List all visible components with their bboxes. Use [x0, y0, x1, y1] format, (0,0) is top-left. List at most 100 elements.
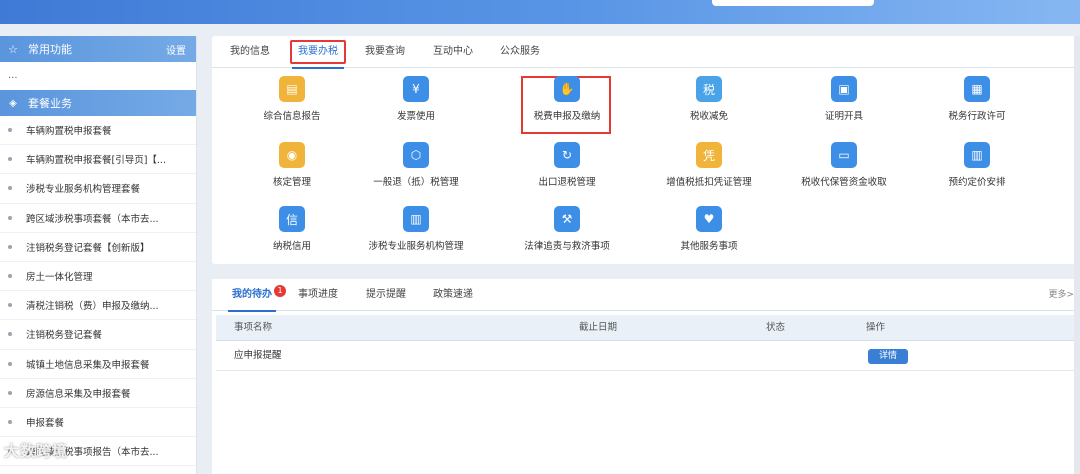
sidebar-item-label: 跨区域涉税事项套餐（本市去...	[26, 213, 159, 225]
certificate-icon: ▣	[831, 76, 857, 102]
export-refund-icon: ↻	[554, 142, 580, 168]
invoice-icon: ¥	[403, 76, 429, 102]
tab-my-todo[interactable]: 我的待办	[228, 279, 276, 312]
service-tile-label: 综合信息报告	[263, 111, 321, 122]
sidebar-item-label: 涉税专业服务机构管理套餐	[26, 184, 141, 196]
calendar-icon: ▥	[964, 142, 990, 168]
header-search-box[interactable]	[712, 0, 874, 6]
sidebar-common-placeholder: ...	[8, 70, 18, 81]
building-icon: ▥	[403, 206, 429, 232]
sidebar-item[interactable]: 城镇土地信息采集及申报套餐	[0, 350, 196, 379]
sidebar-item[interactable]: 注销税务登记套餐	[0, 320, 196, 350]
page-scrollbar[interactable]	[1074, 36, 1080, 474]
sidebar-item[interactable]: 涉税专业服务机构管理套餐	[0, 174, 196, 204]
package-icon: ◈	[9, 97, 17, 109]
service-tile[interactable]: ▤ 综合信息报告	[222, 72, 362, 132]
watermark: 大数跨境	[4, 442, 69, 460]
sidebar-item[interactable]: 清税注销税（费）申报及缴纳...	[0, 291, 196, 321]
sidebar-item-label: 车辆购置税申报套餐[引导页]【...	[26, 155, 166, 167]
service-tile-label: 法律追责与救济事项	[524, 241, 610, 252]
service-tile-label: 核定管理	[272, 177, 311, 188]
service-tile-label: 税务行政许可	[948, 111, 1006, 122]
sidebar-item-label: 申报套餐	[26, 417, 65, 429]
service-tile-label: 纳税信用	[272, 241, 311, 252]
service-tile-label: 发票使用	[396, 111, 435, 122]
sidebar-settings-link[interactable]: 设置	[166, 42, 186, 57]
voucher-icon: 凭	[696, 142, 722, 168]
more-link[interactable]: 更多>	[1048, 279, 1074, 311]
credit-medal-icon: 信	[279, 206, 305, 232]
service-tile-label: 其他服务事项	[680, 241, 738, 252]
bullet-icon	[8, 215, 12, 220]
bullet-icon	[8, 157, 12, 162]
bullet-icon	[8, 128, 12, 133]
service-tile[interactable]: 税税收减免	[639, 72, 779, 132]
highlight-box-tab	[290, 40, 346, 64]
site-logo[interactable]	[4, 0, 40, 18]
tab-policy[interactable]: 政策速递	[433, 279, 473, 311]
todo-count-badge: 1	[274, 285, 286, 297]
service-tile[interactable]: ↻ 出口退税管理	[497, 138, 637, 198]
sidebar-item-label: 城镇土地信息采集及申报套餐	[26, 359, 150, 371]
sidebar-item-label: 车辆购置税申报套餐	[26, 126, 112, 138]
bullet-icon	[8, 361, 12, 366]
stamp-icon: ◉	[279, 142, 305, 168]
detail-button[interactable]: 详情	[868, 349, 908, 364]
todo-table-header: 事项名称 截止日期 状态 操作	[216, 315, 1080, 341]
sidebar-item[interactable]: 房土一体化管理	[0, 262, 196, 292]
column-name: 事项名称	[234, 322, 273, 333]
service-tile[interactable]: ▥ 预约定价安排	[907, 138, 1047, 198]
sidebar-item[interactable]: 注销税务登记套餐【创新版】	[0, 233, 196, 262]
service-tile[interactable]: ▥ 涉税专业服务机构管理	[346, 202, 486, 262]
bullet-icon	[8, 303, 12, 308]
service-tile[interactable]: ⚒ 法律追责与救济事项	[497, 202, 637, 262]
tab-query[interactable]: 我要查询	[365, 36, 405, 68]
tab-my-info[interactable]: 我的信息	[230, 36, 270, 68]
sidebar-item[interactable]: 车辆购置税申报套餐	[0, 116, 196, 146]
service-tile-label: 税收减免	[689, 111, 728, 122]
main-tabs: 我的信息 我要办税 我要查询 互动中心 公众服务	[212, 36, 1080, 69]
sidebar-item-label: 房土一体化管理	[26, 272, 93, 284]
sidebar-item[interactable]: 车辆购置税申报套餐[引导页]【...	[0, 145, 196, 175]
service-tile[interactable]: ▣ 证明开具	[774, 72, 914, 132]
service-tile[interactable]: 信纳税信用	[222, 202, 362, 262]
sidebar-item[interactable]: 跨区域涉税事项套餐（本市去...	[0, 204, 196, 233]
sidebar-item-label: 清税注销税（费）申报及缴纳...	[26, 301, 159, 313]
sidebar-item[interactable]: 申报套餐	[0, 408, 196, 438]
sidebar-package-header[interactable]: ◈ 套餐业务	[0, 90, 196, 116]
gavel-icon: ⚒	[554, 206, 580, 232]
todo-name: 应申报提醒	[234, 350, 282, 361]
refund-icon: ⬡	[403, 142, 429, 168]
tax-card-icon: 税	[696, 76, 722, 102]
service-tile[interactable]: ▭ 税收代保管资金收取	[774, 138, 914, 198]
tab-public-service[interactable]: 公众服务	[500, 36, 540, 68]
todo-tabs: 我的待办 1 事项进度 提示提醒 政策速递 更多>	[212, 279, 1080, 312]
service-tile-label: 涉税专业服务机构管理	[368, 241, 464, 252]
sidebar-item[interactable]: 房源信息采集及申报套餐	[0, 379, 196, 408]
tab-reminders[interactable]: 提示提醒	[366, 279, 406, 311]
service-tile[interactable]: ⬡ 一般退（抵）税管理	[346, 138, 486, 198]
top-header	[0, 0, 1080, 24]
service-tile[interactable]: ♥ 其他服务事项	[639, 202, 779, 262]
service-tile[interactable]: ¥ 发票使用	[346, 72, 486, 132]
column-deadline: 截止日期	[579, 322, 618, 333]
bullet-icon	[8, 244, 12, 249]
service-tile[interactable]: ✋ 税费申报及缴纳	[497, 72, 637, 132]
hand-coin-icon: ✋	[554, 76, 580, 102]
sidebar-item-label: 房源信息采集及申报套餐	[26, 388, 131, 400]
sidebar-common-title: 常用功能	[28, 43, 72, 56]
column-action: 操作	[866, 322, 886, 333]
bullet-icon	[8, 274, 12, 279]
service-tile[interactable]: ◉ 核定管理	[222, 138, 362, 198]
tab-interaction[interactable]: 互动中心	[433, 36, 473, 68]
service-tile-label: 出口退税管理	[538, 177, 596, 188]
service-tile[interactable]: ▦ 税务行政许可	[907, 72, 1047, 132]
tab-progress[interactable]: 事项进度	[298, 279, 338, 311]
service-tile[interactable]: 凭增值税抵扣凭证管理	[639, 138, 779, 198]
column-status: 状态	[766, 322, 786, 333]
sidebar-common-header[interactable]: ☆ 常用功能 设置	[0, 36, 196, 62]
report-icon: ▤	[279, 76, 305, 102]
service-tile-label: 增值税抵扣凭证管理	[666, 177, 752, 188]
bullet-icon	[8, 186, 12, 191]
heart-hands-icon: ♥	[696, 206, 722, 232]
